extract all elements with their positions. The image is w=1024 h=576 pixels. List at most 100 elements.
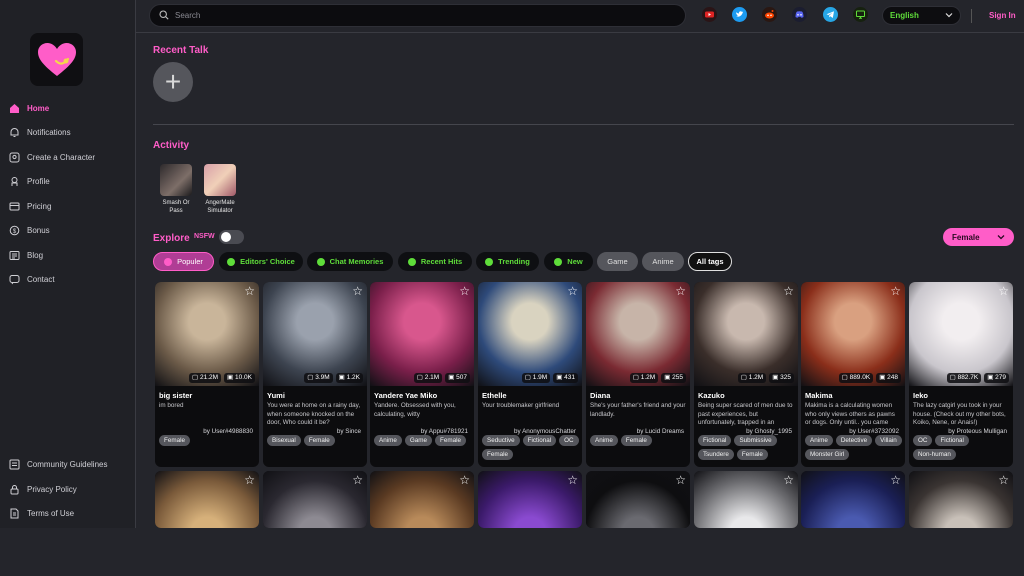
- character-card[interactable]: ☆ ▢ 882.7K ▣ 279 Ieko The lazy catgirl y…: [909, 282, 1013, 467]
- character-card[interactable]: ☆ ▢ 2.1M ▣ 507 Yandere Yae Miko Yandere.…: [370, 282, 474, 467]
- tag-chip[interactable]: Bisexual: [267, 435, 301, 446]
- character-card[interactable]: ☆ ▢ 21.2M ▣ 10.0K big sister im bored by…: [155, 282, 259, 467]
- favorite-star-icon[interactable]: ☆: [244, 285, 255, 297]
- filter-chip-all-tags[interactable]: All tags: [688, 252, 732, 271]
- language-select[interactable]: English: [882, 6, 961, 25]
- tag-chip[interactable]: Game: [404, 435, 433, 446]
- character-card[interactable]: ☆ ▢ 1.9M ▣ 431 Ethelle Your troublemaker…: [478, 282, 582, 467]
- filter-chip-new[interactable]: New: [544, 252, 593, 271]
- favorite-star-icon[interactable]: ☆: [783, 285, 794, 297]
- favorite-star-icon[interactable]: ☆: [783, 474, 794, 486]
- filter-chip-populer[interactable]: Populer: [153, 252, 214, 271]
- sidebar-item-pricing[interactable]: Pricing: [8, 198, 51, 214]
- tag-chip[interactable]: Seductive: [482, 435, 520, 446]
- filter-chip-anime[interactable]: Anime: [642, 252, 684, 271]
- sign-in-link[interactable]: Sign In: [989, 11, 1016, 20]
- character-author[interactable]: by AnonymousChatter: [514, 428, 576, 435]
- sidebar-item-profile[interactable]: Profile: [8, 173, 50, 189]
- character-card[interactable]: ☆: [155, 471, 259, 528]
- filter-chip-game[interactable]: Game: [597, 252, 638, 271]
- favorite-star-icon[interactable]: ☆: [567, 285, 578, 297]
- sidebar-item-privacy-policy[interactable]: Privacy Policy: [8, 481, 77, 497]
- filter-chip-chat-memories[interactable]: Chat Memories: [307, 252, 393, 271]
- favorite-star-icon[interactable]: ☆: [459, 474, 470, 486]
- character-author[interactable]: by User#4988830: [203, 428, 253, 435]
- character-author[interactable]: by Since: [337, 428, 361, 435]
- tag-chip[interactable]: Female: [435, 435, 467, 446]
- filter-chip-editors-choice[interactable]: Editors' Choice: [219, 252, 303, 271]
- character-author[interactable]: by Lucid Dreams: [637, 428, 684, 435]
- character-card[interactable]: ☆: [586, 471, 690, 528]
- character-card[interactable]: ☆: [801, 471, 905, 528]
- tag-chip[interactable]: Villain: [875, 435, 902, 446]
- character-card[interactable]: ☆ ▢ 3.9M ▣ 1.2K Yumi You were at home on…: [263, 282, 367, 467]
- desktop-app-link[interactable]: [853, 7, 868, 23]
- character-card[interactable]: ☆: [370, 471, 474, 528]
- tag-chip[interactable]: Female: [303, 435, 335, 446]
- tag-chip[interactable]: Female: [482, 449, 513, 460]
- sidebar-item-bonus[interactable]: $ Bonus: [8, 222, 50, 238]
- tag-chip[interactable]: Non-human: [913, 449, 956, 460]
- character-card[interactable]: ☆: [263, 471, 367, 528]
- character-author[interactable]: by Appu#781921: [421, 428, 468, 435]
- tag-chip[interactable]: Anime: [590, 435, 618, 446]
- sidebar-item-terms-of-use[interactable]: Terms of Use: [8, 505, 74, 521]
- add-chat-button[interactable]: +: [153, 62, 193, 102]
- sidebar-item-create-character[interactable]: Create a Character: [8, 149, 95, 165]
- tag-chip[interactable]: Fictional: [698, 435, 732, 446]
- favorite-star-icon[interactable]: ☆: [998, 285, 1009, 297]
- app-logo[interactable]: [30, 33, 83, 86]
- favorite-star-icon[interactable]: ☆: [567, 474, 578, 486]
- favorite-star-icon[interactable]: ☆: [352, 285, 363, 297]
- tag-chip[interactable]: OC: [913, 435, 933, 446]
- tag-chip[interactable]: Monster Girl: [805, 449, 850, 460]
- favorite-star-icon[interactable]: ☆: [998, 474, 1009, 486]
- filter-chip-trending[interactable]: Trending: [476, 252, 539, 271]
- search-bar[interactable]: [149, 4, 686, 27]
- tag-chip[interactable]: OC: [559, 435, 579, 446]
- tag-chip[interactable]: Female: [620, 435, 652, 446]
- tag-chip[interactable]: Detective: [835, 435, 873, 446]
- nsfw-toggle[interactable]: [219, 230, 244, 244]
- favorite-star-icon[interactable]: ☆: [352, 474, 363, 486]
- character-card[interactable]: ☆: [694, 471, 798, 528]
- sidebar-item-contact[interactable]: Contact: [8, 271, 55, 287]
- favorite-star-icon[interactable]: ☆: [459, 285, 470, 297]
- character-author[interactable]: by User#3732092: [849, 428, 899, 435]
- tag-chip[interactable]: Tsundere: [698, 449, 734, 460]
- tag-chip[interactable]: Female: [736, 449, 768, 460]
- sidebar-item-blog[interactable]: Blog: [8, 247, 43, 263]
- sidebar-item-home[interactable]: Home: [8, 100, 49, 116]
- twitter-link[interactable]: [732, 7, 747, 23]
- sidebar-item-community-guidelines[interactable]: Community Guidelines: [8, 456, 107, 472]
- reddit-icon: [762, 7, 777, 24]
- reddit-link[interactable]: [762, 7, 777, 24]
- favorite-star-icon[interactable]: ☆: [890, 285, 901, 297]
- character-card[interactable]: ☆ ▢ 1.2M ▣ 325 Kazuko Being super scared…: [694, 282, 798, 467]
- favorite-star-icon[interactable]: ☆: [890, 474, 901, 486]
- character-card[interactable]: ☆: [909, 471, 1013, 528]
- sidebar-item-notifications[interactable]: Notifications: [8, 124, 71, 140]
- search-input[interactable]: [175, 11, 655, 20]
- tag-chip[interactable]: Anime: [374, 435, 402, 446]
- youtube-link[interactable]: [702, 7, 717, 23]
- favorite-star-icon[interactable]: ☆: [675, 285, 686, 297]
- tag-chip[interactable]: Female: [159, 435, 190, 446]
- gender-select[interactable]: Female: [943, 228, 1014, 246]
- activity-item-smash-or-pass[interactable]: Smash Or Pass: [153, 164, 199, 215]
- tag-chip[interactable]: Fictional: [935, 435, 969, 446]
- tag-chip[interactable]: Fictional: [522, 435, 557, 446]
- character-card[interactable]: ☆ ▢ 889.0K ▣ 248 Makima Makima is a calc…: [801, 282, 905, 467]
- filter-chip-recent-hits[interactable]: Recent Hits: [398, 252, 472, 271]
- character-card[interactable]: ☆: [478, 471, 582, 528]
- discord-link[interactable]: [792, 7, 807, 23]
- favorite-star-icon[interactable]: ☆: [675, 474, 686, 486]
- character-card[interactable]: ☆ ▢ 1.2M ▣ 255 Diana She's your father's…: [586, 282, 690, 467]
- tag-chip[interactable]: Anime: [805, 435, 833, 446]
- character-author[interactable]: by Proteous Mulligan: [948, 428, 1007, 435]
- character-author[interactable]: by Ghosty_1995: [746, 428, 792, 435]
- telegram-link[interactable]: [823, 7, 838, 23]
- tag-chip[interactable]: Submissive: [734, 435, 777, 446]
- activity-item-angermate-simulator[interactable]: AngerMate Simulator: [197, 164, 243, 215]
- favorite-star-icon[interactable]: ☆: [244, 474, 255, 486]
